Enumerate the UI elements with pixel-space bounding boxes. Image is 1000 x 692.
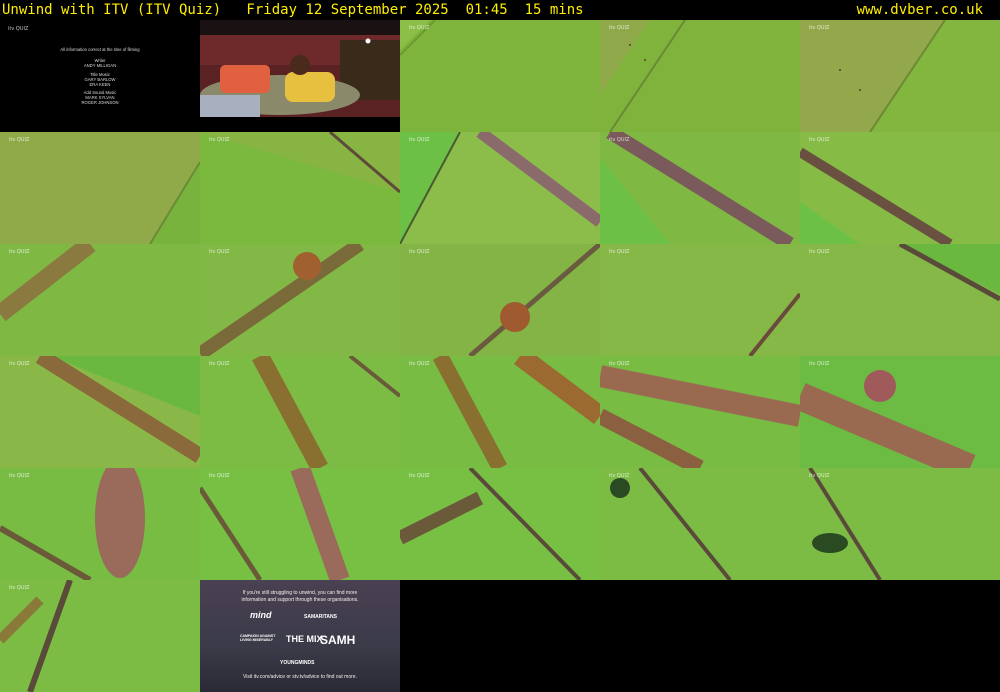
the-mix-logo: THE MIX: [286, 634, 323, 644]
channel-watermark: itv QUIZ: [609, 249, 630, 255]
channel-watermark: itv QUIZ: [409, 249, 430, 255]
channel-watermark: itv QUIZ: [9, 137, 30, 143]
advice-bottom-text: Visit itv.com/advice or stv.tv/advice to…: [243, 674, 357, 680]
youngminds-logo: YOUNGMINDS: [280, 660, 315, 666]
aerial-field-image: [400, 244, 600, 356]
thumbnail-field-10[interactable]: itv QUIZ: [200, 244, 400, 356]
aerial-field-image: [200, 244, 400, 356]
thumbnail-field-1[interactable]: itv QUIZ: [400, 20, 600, 132]
aerial-field-image: [200, 356, 400, 468]
channel-watermark: itv QUIZ: [9, 249, 30, 255]
thumbnail-field-23[interactable]: itv QUIZ: [800, 468, 1000, 580]
mind-logo: mind: [250, 610, 272, 620]
channel-watermark: itv QUIZ: [209, 137, 230, 143]
thumbnail-field-15[interactable]: itv QUIZ: [200, 356, 400, 468]
aerial-field-image: [0, 356, 200, 468]
aerial-field-image: [600, 20, 800, 132]
thumbnail-field-12[interactable]: itv QUIZ: [600, 244, 800, 356]
channel-watermark: itv QUIZ: [8, 26, 29, 32]
aerial-field-image: [0, 132, 200, 244]
thumbnail-field-21[interactable]: itv QUIZ: [400, 468, 600, 580]
channel-watermark: itv QUIZ: [609, 473, 630, 479]
calm-logo: CAMPAIGN AGAINST LIVING MISERABLY: [240, 634, 276, 642]
aerial-field-image: [800, 132, 1000, 244]
thumbnail-field-20[interactable]: itv QUIZ: [200, 468, 400, 580]
advice-card: If you're still struggling to unwind, yo…: [200, 580, 400, 692]
aerial-field-image: [600, 244, 800, 356]
thumbnail-field-6[interactable]: itv QUIZ: [400, 132, 600, 244]
thumbnail-grid: itv QUIZ All information correct at the …: [0, 20, 1000, 692]
thumbnail-field-22[interactable]: itv QUIZ: [600, 468, 800, 580]
samaritans-logo: SAMARITANS: [304, 614, 337, 620]
aerial-field-image: [200, 468, 400, 580]
aerial-field-image: [800, 468, 1000, 580]
site-link[interactable]: www.dvber.co.uk: [857, 0, 983, 20]
aerial-field-image: [600, 356, 800, 468]
thumbnail-field-14[interactable]: itv QUIZ: [0, 356, 200, 468]
channel-watermark: itv QUIZ: [409, 361, 430, 367]
channel-watermark: itv QUIZ: [409, 137, 430, 143]
channel-watermark: itv QUIZ: [609, 137, 630, 143]
empty-cell: [400, 580, 600, 692]
channel-watermark: itv QUIZ: [809, 249, 830, 255]
channel-watermark: itv QUIZ: [409, 25, 430, 31]
thumbnail-field-9[interactable]: itv QUIZ: [0, 244, 200, 356]
channel-watermark: itv QUIZ: [209, 361, 230, 367]
empty-cell: [800, 580, 1000, 692]
empty-cell: [600, 580, 800, 692]
channel-watermark: itv QUIZ: [409, 473, 430, 479]
aerial-field-image: [0, 468, 200, 580]
channel-watermark: itv QUIZ: [809, 473, 830, 479]
channel-watermark: itv QUIZ: [809, 25, 830, 31]
aerial-field-image: [400, 468, 600, 580]
thumbnail-field-13[interactable]: itv QUIZ: [800, 244, 1000, 356]
channel-watermark: itv QUIZ: [9, 473, 30, 479]
advice-top-text: If you're still struggling to unwind, yo…: [241, 590, 359, 603]
channel-watermark: itv QUIZ: [9, 585, 30, 591]
samh-logo: SAMH: [320, 633, 356, 647]
channel-watermark: itv QUIZ: [809, 137, 830, 143]
programme-title: Unwind with ITV (ITV Quiz) Friday 12 Sep…: [2, 2, 584, 18]
aerial-field-image: [800, 244, 1000, 356]
credits-intro: All information correct at the time of f…: [60, 47, 140, 52]
credits-card: itv QUIZ All information correct at the …: [0, 20, 200, 132]
aerial-field-image: [400, 132, 600, 244]
channel-watermark: itv QUIZ: [209, 249, 230, 255]
thumbnail-field-24[interactable]: itv QUIZ: [0, 580, 200, 692]
credits-music-name: ERA KEEN: [89, 82, 111, 87]
thumbnail-field-4[interactable]: itv QUIZ: [0, 132, 200, 244]
aerial-field-image: [400, 356, 600, 468]
thumbnail-advice-card[interactable]: If you're still struggling to unwind, yo…: [200, 580, 400, 692]
aerial-field-image: [600, 132, 800, 244]
aerial-field-image: [800, 356, 1000, 468]
sofa-scene-image: [200, 20, 400, 132]
thumbnail-field-16[interactable]: itv QUIZ: [400, 356, 600, 468]
thumbnail-field-17[interactable]: itv QUIZ: [600, 356, 800, 468]
aerial-field-image: [400, 20, 600, 132]
thumbnail-field-5[interactable]: itv QUIZ: [200, 132, 400, 244]
thumbnail-field-3[interactable]: itv QUIZ: [800, 20, 1000, 132]
thumbnail-field-18[interactable]: itv QUIZ: [800, 356, 1000, 468]
thumbnail-field-7[interactable]: itv QUIZ: [600, 132, 800, 244]
header-bar: Unwind with ITV (ITV Quiz) Friday 12 Sep…: [0, 0, 1000, 20]
aerial-field-image: [600, 468, 800, 580]
channel-watermark: itv QUIZ: [609, 361, 630, 367]
channel-watermark: itv QUIZ: [609, 25, 630, 31]
channel-watermark: itv QUIZ: [809, 361, 830, 367]
credits-sound-name: ROGER JOHNSON: [81, 100, 119, 105]
channel-watermark: itv QUIZ: [209, 473, 230, 479]
aerial-field-image: [0, 244, 200, 356]
credits-writer-name: ANDY MILLIGAN: [83, 63, 117, 68]
channel-watermark: itv QUIZ: [9, 361, 30, 367]
thumbnail-field-2[interactable]: itv QUIZ: [600, 20, 800, 132]
thumbnail-scene-sofa[interactable]: [200, 20, 400, 132]
aerial-field-image: [200, 132, 400, 244]
thumbnail-credits[interactable]: itv QUIZ All information correct at the …: [0, 20, 200, 132]
aerial-field-image: [800, 20, 1000, 132]
thumbnail-field-19[interactable]: itv QUIZ: [0, 468, 200, 580]
thumbnail-field-8[interactable]: itv QUIZ: [800, 132, 1000, 244]
thumbnail-field-11[interactable]: itv QUIZ: [400, 244, 600, 356]
aerial-field-image: [0, 580, 200, 692]
